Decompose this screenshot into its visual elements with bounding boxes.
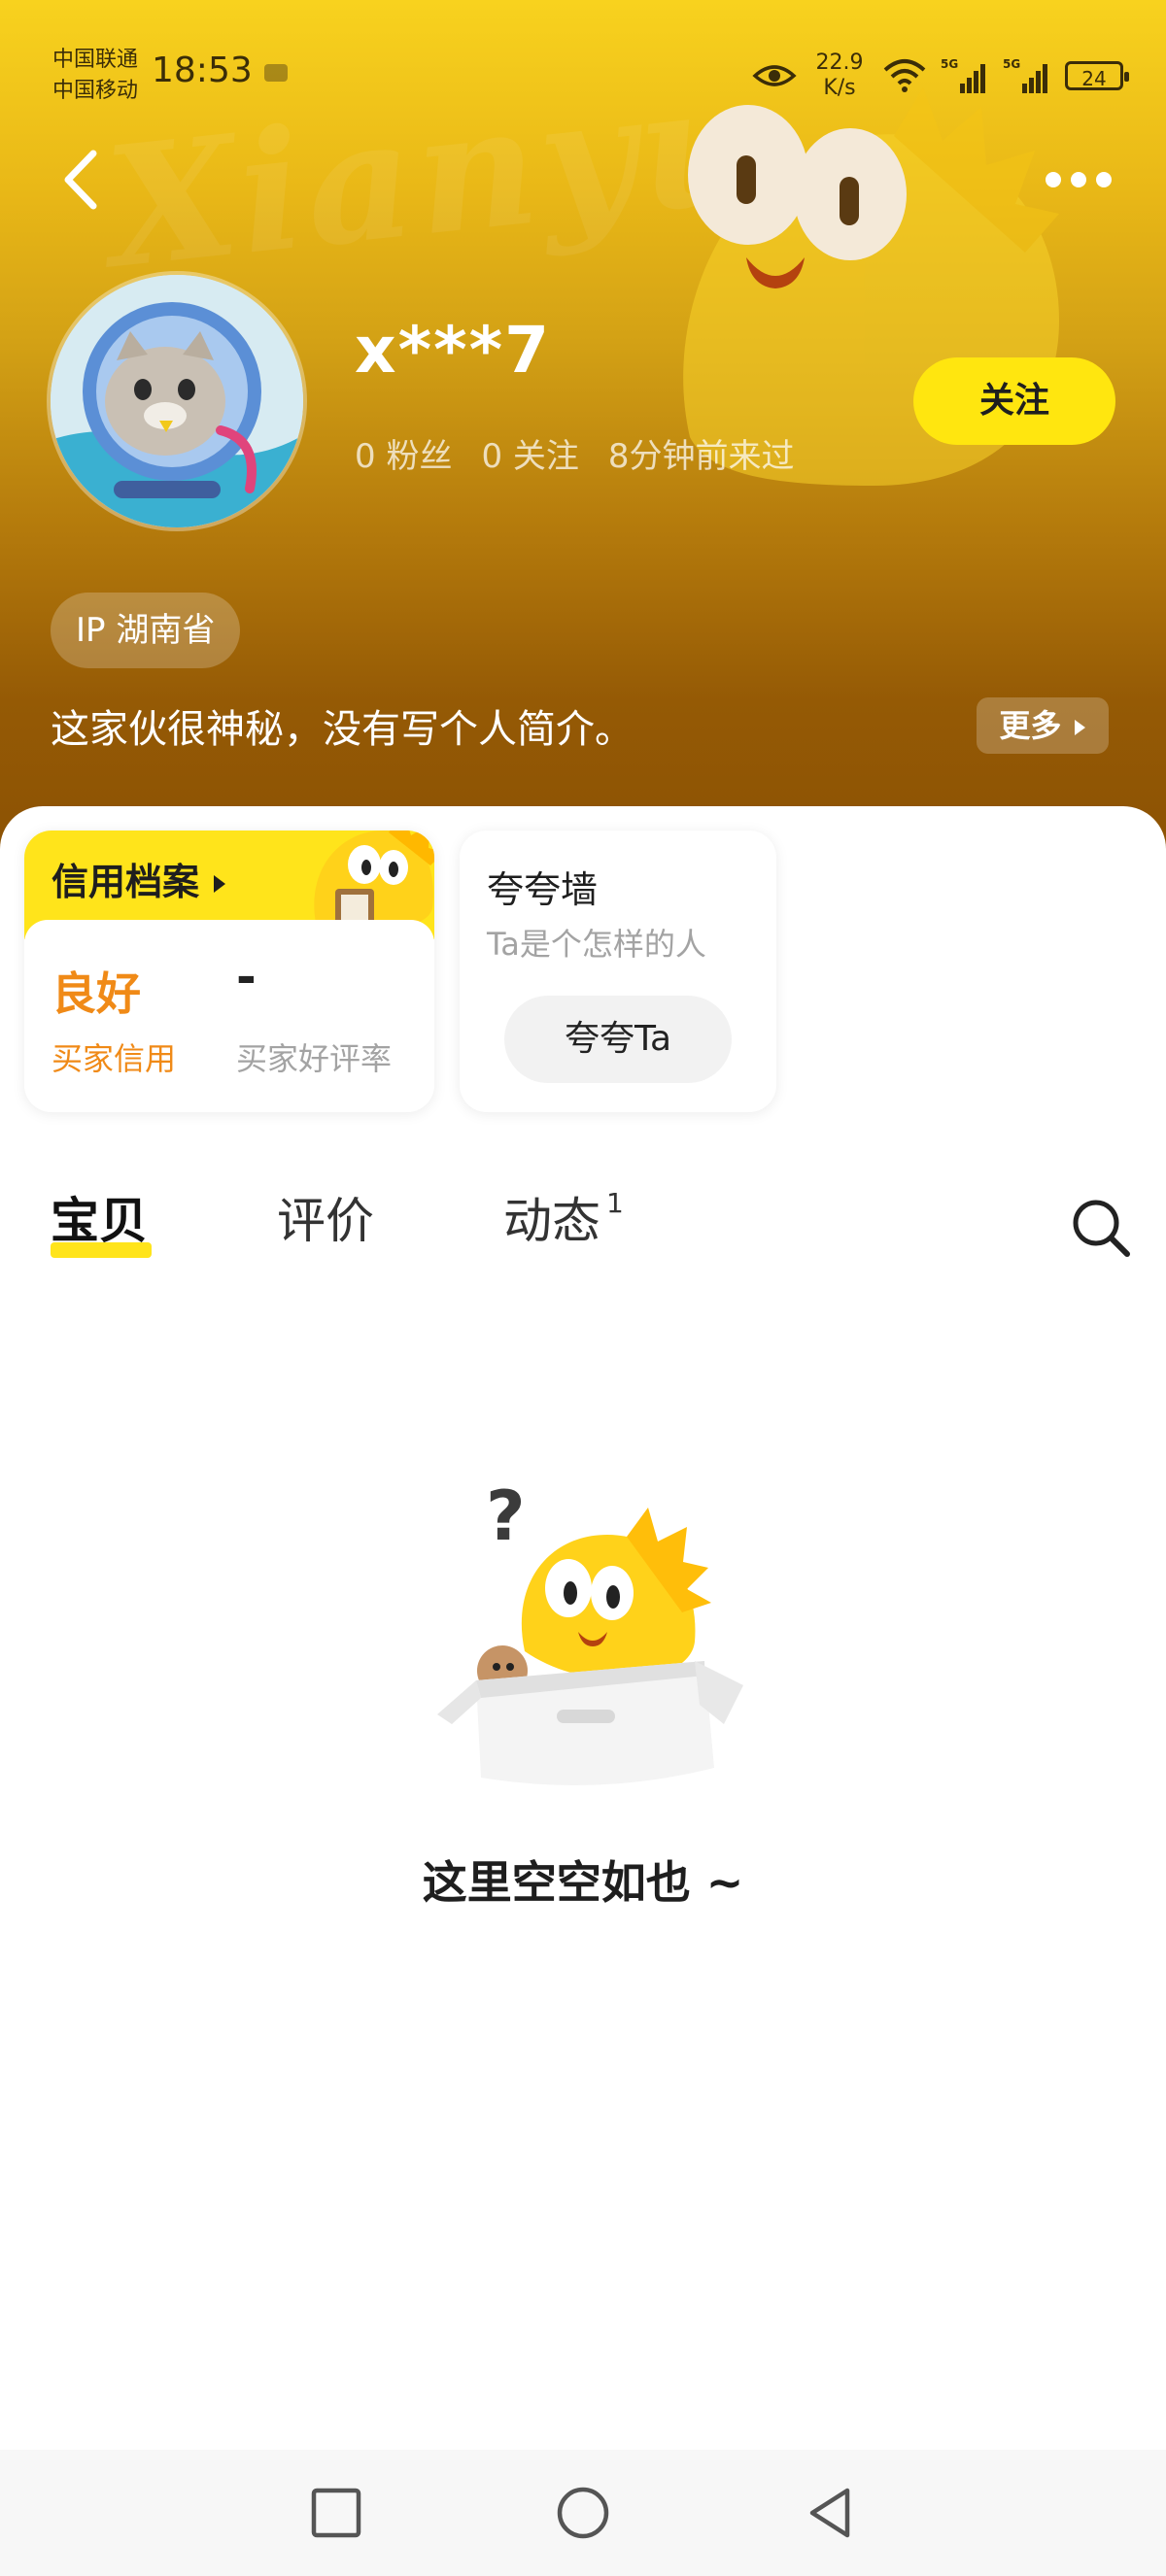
content-sheet: 信用档案 良好 买家信用 - 买家好评率 夸夸墙 Ta是个怎样的人 夸夸Ta 宝… <box>0 806 1166 2448</box>
last-active: 8分钟前来过 <box>607 437 795 476</box>
svg-text:5G: 5G <box>941 57 958 71</box>
buyer-credit-label: 买家信用 <box>51 1040 177 1077</box>
search-icon[interactable] <box>1069 1196 1133 1260</box>
wifi-icon <box>883 59 926 92</box>
ip-location-tag: IP 湖南省 <box>51 593 241 668</box>
signal-5g-icon-2: 5G <box>1003 57 1047 93</box>
net-speed: 22.9 K/s <box>810 51 869 101</box>
buyer-credit-value: 良好 <box>51 967 141 1020</box>
profile-stats: 0 粉丝 0 关注 8分钟前来过 <box>355 429 795 477</box>
carrier-1: 中国联通 <box>52 48 139 72</box>
tab-moments-label: 动态 <box>503 1193 600 1249</box>
status-time: 18:53 <box>152 51 253 90</box>
tab-items[interactable]: 宝贝 <box>51 1182 152 1258</box>
praise-wall-card[interactable]: 夸夸墙 Ta是个怎样的人 夸夸Ta <box>460 830 776 1112</box>
tab-items-label: 宝贝 <box>51 1193 148 1249</box>
credit-card-body: 良好 买家信用 - 买家好评率 <box>24 920 434 1112</box>
square-icon[interactable] <box>304 2481 368 2545</box>
net-speed-unit: K/s <box>823 76 856 100</box>
circle-icon[interactable] <box>551 2481 615 2545</box>
caret-right-icon <box>214 875 226 893</box>
more-bio-label: 更多 <box>999 707 1062 744</box>
caret-right-icon <box>1074 720 1085 735</box>
svg-text:5G: 5G <box>1003 57 1020 71</box>
net-speed-value: 22.9 <box>815 51 864 75</box>
empty-state-text: 这里空空如也 ~ <box>422 1856 744 1909</box>
username: x***7 <box>355 313 552 388</box>
status-bar: 中国联通 中国移动 18:53 22.9 K/s 5G 5G 24 <box>0 0 1166 146</box>
status-bar-right: 22.9 K/s 5G 5G 24 <box>752 47 1129 105</box>
followers-stat[interactable]: 0 粉丝 <box>355 429 452 477</box>
praise-wall-title: 夸夸墙 <box>487 868 599 911</box>
followers-label: 粉丝 <box>386 437 453 476</box>
avatar-illustration <box>51 275 303 527</box>
eye-icon <box>752 65 797 86</box>
following-label: 关注 <box>512 437 579 476</box>
buyer-rating-value: - <box>236 949 257 1005</box>
tab-reviews[interactable]: 评价 <box>277 1182 374 1252</box>
hd-icon <box>264 64 288 82</box>
credit-title-label: 信用档案 <box>51 861 200 903</box>
follow-button[interactable]: 关注 <box>913 357 1115 445</box>
buyer-rating-label: 买家好评率 <box>236 1040 393 1077</box>
more-bio-button[interactable]: 更多 <box>977 697 1109 754</box>
profile-tabs: 宝贝 评价 动态 1 <box>0 1170 1166 1277</box>
more-dots-icon[interactable] <box>1040 155 1117 204</box>
tab-moments[interactable]: 动态 1 <box>503 1182 624 1252</box>
tab-moments-badge: 1 <box>606 1187 624 1219</box>
profile-header: Xianyu 中国联通 中国移动 18:53 22.9 K/s 5G 5G 24… <box>0 0 1166 855</box>
svg-text:?: ? <box>486 1476 526 1556</box>
system-navigation-bar <box>0 2450 1166 2576</box>
signal-5g-icon-1: 5G <box>941 57 985 93</box>
profile-page: Xianyu 中国联通 中国移动 18:53 22.9 K/s 5G 5G 24… <box>0 0 1166 2576</box>
praise-wall-subtitle: Ta是个怎样的人 <box>487 926 706 963</box>
avatar[interactable] <box>51 275 303 527</box>
carrier-info: 中国联通 中国移动 <box>52 45 138 107</box>
tab-reviews-label: 评价 <box>277 1193 374 1249</box>
praise-button[interactable]: 夸夸Ta <box>504 996 732 1083</box>
triangle-back-icon[interactable] <box>799 2481 863 2545</box>
back-icon[interactable] <box>52 136 111 223</box>
following-stat[interactable]: 0 关注 <box>481 429 578 477</box>
followers-count: 0 <box>355 437 376 476</box>
bio-text: 这家伙很神秘，没有写个人简介。 <box>51 707 634 752</box>
following-count: 0 <box>481 437 503 476</box>
credit-card-title[interactable]: 信用档案 <box>51 852 227 905</box>
carrier-2: 中国移动 <box>52 79 139 103</box>
empty-state-illustration: ? <box>437 1476 743 1785</box>
battery-icon: 24 <box>1065 61 1129 90</box>
credit-profile-card[interactable]: 信用档案 良好 买家信用 - 买家好评率 <box>24 830 434 1112</box>
